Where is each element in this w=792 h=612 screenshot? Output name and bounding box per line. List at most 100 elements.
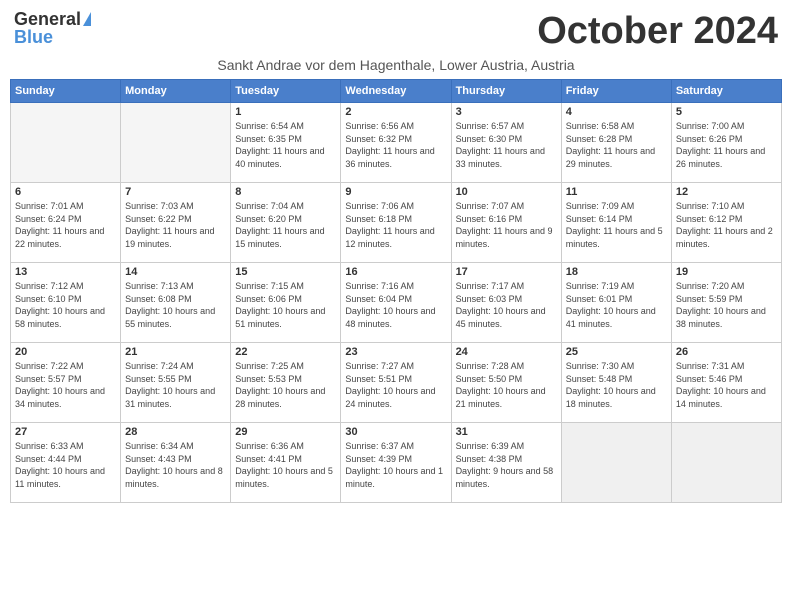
day-number: 11 [566, 186, 667, 198]
calendar-cell: 12Sunrise: 7:10 AMSunset: 6:12 PMDayligh… [671, 183, 781, 263]
calendar-cell: 11 Sunrise: 7:09 AMSunset: 6:14 PMDayligh… [561, 183, 671, 263]
day-number: 26 [676, 346, 777, 358]
day-info: Sunrise: 7:19 AMSunset: 6:01 PMDaylight:… [566, 280, 667, 330]
day-number: 23 [345, 346, 446, 358]
calendar-cell: 19 Sunrise: 7:20 AMSunset: 5:59 PMDayligh… [671, 263, 781, 343]
day-number: 12 [676, 186, 777, 198]
day-info: Sunrise: 7:27 AMSunset: 5:51 PMDaylight:… [345, 360, 446, 410]
day-info: Sunrise: 7:15 AMSunset: 6:06 PMDaylight:… [235, 280, 336, 330]
day-number: 8 [235, 186, 336, 198]
calendar-cell: 2 Sunrise: 6:56 AMSunset: 6:32 PMDaylight… [341, 103, 451, 183]
calendar-cell [671, 423, 781, 503]
calendar-cell [561, 423, 671, 503]
calendar-cell: 9 Sunrise: 7:06 AMSunset: 6:18 PMDaylight… [341, 183, 451, 263]
day-info: Sunrise: 7:25 AMSunset: 5:53 PMDaylight:… [235, 360, 336, 410]
calendar-cell: 7Sunrise: 7:03 AMSunset: 6:22 PMDaylight… [121, 183, 231, 263]
day-number: 30 [345, 426, 446, 438]
day-number: 16 [345, 266, 446, 278]
day-number: 21 [125, 346, 226, 358]
calendar-cell: 23 Sunrise: 7:27 AMSunset: 5:51 PMDayligh… [341, 343, 451, 423]
day-info: Sunrise: 7:20 AMSunset: 5:59 PMDaylight:… [676, 280, 777, 330]
day-number: 29 [235, 426, 336, 438]
day-info: Sunrise: 7:09 AMSunset: 6:14 PMDaylight:… [566, 200, 667, 250]
weekday-header: Thursday [451, 80, 561, 103]
day-info: Sunrise: 7:13 AMSunset: 6:08 PMDaylight:… [125, 280, 226, 330]
day-info: Sunrise: 6:57 AMSunset: 6:30 PMDaylight:… [456, 120, 557, 170]
calendar-cell: 1 Sunrise: 6:54 AMSunset: 6:35 PMDaylight… [231, 103, 341, 183]
calendar-cell: 10 Sunrise: 7:07 AMSunset: 6:16 PMDayligh… [451, 183, 561, 263]
weekday-header: Sunday [11, 80, 121, 103]
day-number: 17 [456, 266, 557, 278]
calendar-cell: 31 Sunrise: 6:39 AMSunset: 4:38 PMDayligh… [451, 423, 561, 503]
day-info: Sunrise: 7:28 AMSunset: 5:50 PMDaylight:… [456, 360, 557, 410]
day-number: 31 [456, 426, 557, 438]
day-number: 14 [125, 266, 226, 278]
day-number: 22 [235, 346, 336, 358]
calendar-cell: 18 Sunrise: 7:19 AMSunset: 6:01 PMDayligh… [561, 263, 671, 343]
day-number: 5 [676, 106, 777, 118]
calendar-cell: 5 Sunrise: 7:00 AMSunset: 6:26 PMDaylight… [671, 103, 781, 183]
day-info: Sunrise: 7:16 AMSunset: 6:04 PMDaylight:… [345, 280, 446, 330]
calendar-cell: 3Sunrise: 6:57 AMSunset: 6:30 PMDaylight… [451, 103, 561, 183]
day-number: 9 [345, 186, 446, 198]
month-title: October 2024 [537, 10, 778, 53]
day-info: Sunrise: 6:34 AMSunset: 4:43 PMDaylight:… [125, 440, 226, 490]
day-number: 20 [15, 346, 116, 358]
day-info: Sunrise: 7:03 AMSunset: 6:22 PMDaylight:… [125, 200, 226, 250]
day-info: Sunrise: 7:22 AMSunset: 5:57 PMDaylight:… [15, 360, 116, 410]
day-number: 19 [676, 266, 777, 278]
day-info: Sunrise: 6:37 AMSunset: 4:39 PMDaylight:… [345, 440, 446, 490]
day-number: 24 [456, 346, 557, 358]
page-header: General Blue October 2024 [10, 10, 782, 53]
weekday-header: Wednesday [341, 80, 451, 103]
day-info: Sunrise: 7:04 AMSunset: 6:20 PMDaylight:… [235, 200, 336, 250]
day-number: 1 [235, 106, 336, 118]
calendar-cell: 8 Sunrise: 7:04 AMSunset: 6:20 PMDaylight… [231, 183, 341, 263]
day-info: Sunrise: 6:58 AMSunset: 6:28 PMDaylight:… [566, 120, 667, 170]
day-info: Sunrise: 6:36 AMSunset: 4:41 PMDaylight:… [235, 440, 336, 490]
calendar-cell: 15 Sunrise: 7:15 AMSunset: 6:06 PMDayligh… [231, 263, 341, 343]
day-number: 18 [566, 266, 667, 278]
weekday-header: Tuesday [231, 80, 341, 103]
day-info: Sunrise: 7:06 AMSunset: 6:18 PMDaylight:… [345, 200, 446, 250]
day-info: Sunrise: 6:39 AMSunset: 4:38 PMDaylight:… [456, 440, 557, 490]
logo-blue-text: Blue [14, 28, 53, 46]
day-info: Sunrise: 7:12 AMSunset: 6:10 PMDaylight:… [15, 280, 116, 330]
calendar-cell: 30 Sunrise: 6:37 AMSunset: 4:39 PMDayligh… [341, 423, 451, 503]
day-number: 6 [15, 186, 116, 198]
day-number: 2 [345, 106, 446, 118]
calendar-cell [11, 103, 121, 183]
calendar-cell [121, 103, 231, 183]
calendar-cell: 26 Sunrise: 7:31 AMSunset: 5:46 PMDayligh… [671, 343, 781, 423]
weekday-header: Friday [561, 80, 671, 103]
day-number: 25 [566, 346, 667, 358]
logo: General Blue [14, 10, 91, 46]
day-info: Sunrise: 7:24 AMSunset: 5:55 PMDaylight:… [125, 360, 226, 410]
calendar-cell: 24 Sunrise: 7:28 AMSunset: 5:50 PMDayligh… [451, 343, 561, 423]
calendar-cell: 20 Sunrise: 7:22 AMSunset: 5:57 PMDayligh… [11, 343, 121, 423]
calendar-cell: 25 Sunrise: 7:30 AMSunset: 5:48 PMDayligh… [561, 343, 671, 423]
calendar-cell: 16 Sunrise: 7:16 AMSunset: 6:04 PMDayligh… [341, 263, 451, 343]
calendar-cell: 14 Sunrise: 7:13 AMSunset: 6:08 PMDayligh… [121, 263, 231, 343]
day-number: 15 [235, 266, 336, 278]
calendar-cell: 22 Sunrise: 7:25 AMSunset: 5:53 PMDayligh… [231, 343, 341, 423]
day-info: Sunrise: 7:00 AMSunset: 6:26 PMDaylight:… [676, 120, 777, 170]
calendar-cell: 6Sunrise: 7:01 AMSunset: 6:24 PMDaylight… [11, 183, 121, 263]
day-info: Sunrise: 7:07 AMSunset: 6:16 PMDaylight:… [456, 200, 557, 250]
calendar-cell: 27Sunrise: 6:33 AMSunset: 4:44 PMDayligh… [11, 423, 121, 503]
calendar-cell: 21 Sunrise: 7:24 AMSunset: 5:55 PMDayligh… [121, 343, 231, 423]
day-info: Sunrise: 6:54 AMSunset: 6:35 PMDaylight:… [235, 120, 336, 170]
day-info: Sunrise: 7:30 AMSunset: 5:48 PMDaylight:… [566, 360, 667, 410]
calendar-table: SundayMondayTuesdayWednesdayThursdayFrid… [10, 79, 782, 503]
day-info: Sunrise: 6:56 AMSunset: 6:32 PMDaylight:… [345, 120, 446, 170]
day-number: 27 [15, 426, 116, 438]
day-info: Sunrise: 7:31 AMSunset: 5:46 PMDaylight:… [676, 360, 777, 410]
weekday-header: Monday [121, 80, 231, 103]
day-number: 4 [566, 106, 667, 118]
calendar-cell: 17Sunrise: 7:17 AMSunset: 6:03 PMDayligh… [451, 263, 561, 343]
weekday-header: Saturday [671, 80, 781, 103]
logo-general-text: General [14, 10, 81, 28]
location-subtitle: Sankt Andrae vor dem Hagenthale, Lower A… [10, 57, 782, 73]
day-number: 10 [456, 186, 557, 198]
day-number: 13 [15, 266, 116, 278]
